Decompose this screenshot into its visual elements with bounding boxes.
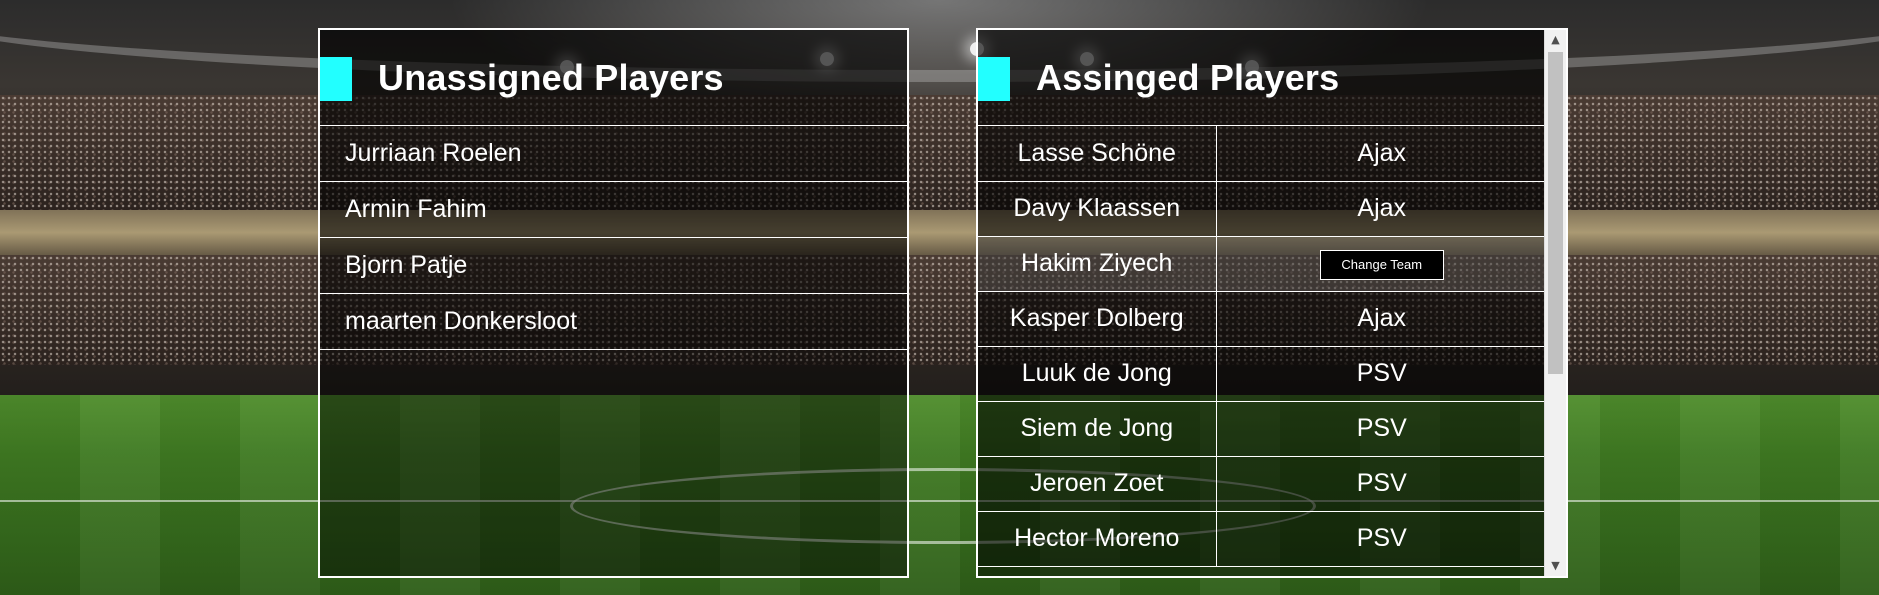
player-name-cell: Hector Moreno xyxy=(978,511,1217,567)
assigned-title: Assinged Players xyxy=(1036,56,1340,98)
assigned-table-container: Lasse Schöne Ajax Davy Klaassen Ajax Hak… xyxy=(978,126,1547,576)
table-row[interactable]: Jeroen Zoet PSV xyxy=(978,456,1547,512)
table-row[interactable]: Luuk de Jong PSV xyxy=(978,346,1547,402)
player-name-cell: Lasse Schöne xyxy=(978,126,1217,182)
player-name-cell: Davy Klaassen xyxy=(978,181,1217,237)
table-row[interactable]: Siem de Jong PSV xyxy=(978,401,1547,457)
stand-tier xyxy=(0,210,1879,255)
team-cell: PSV xyxy=(1216,346,1547,402)
crowd-upper xyxy=(0,95,1879,210)
change-team-button[interactable]: Change Team xyxy=(1319,250,1444,280)
team-cell: Ajax xyxy=(1216,126,1547,182)
unassigned-player-item[interactable]: Armin Fahim xyxy=(320,182,907,238)
assigned-header: Assinged Players xyxy=(978,30,1547,126)
scroll-up-icon[interactable]: ▲ xyxy=(1545,30,1566,50)
crowd-lower xyxy=(0,255,1879,365)
unassigned-title: Unassigned Players xyxy=(378,56,724,98)
player-name-cell: Luuk de Jong xyxy=(978,346,1217,402)
assigned-players-table: Lasse Schöne Ajax Davy Klaassen Ajax Hak… xyxy=(978,126,1547,567)
table-row[interactable]: Lasse Schöne Ajax xyxy=(978,126,1547,182)
team-cell: Ajax xyxy=(1216,181,1547,237)
table-row[interactable]: Hector Moreno PSV xyxy=(978,511,1547,567)
player-name-cell: Siem de Jong xyxy=(978,401,1217,457)
team-cell: PSV xyxy=(1216,511,1547,567)
scroll-thumb[interactable] xyxy=(1548,52,1563,374)
stadium-background xyxy=(0,0,1879,595)
player-name-cell: Hakim Ziyech xyxy=(978,236,1217,292)
scroll-down-icon[interactable]: ▼ xyxy=(1545,556,1566,576)
table-row[interactable]: Davy Klaassen Ajax xyxy=(978,181,1547,237)
player-name-cell: Kasper Dolberg xyxy=(978,291,1217,347)
table-row[interactable]: Kasper Dolberg Ajax xyxy=(978,291,1547,347)
team-cell: PSV xyxy=(1216,401,1547,457)
unassigned-player-list: Jurriaan Roelen Armin Fahim Bjorn Patje … xyxy=(320,126,907,350)
unassigned-players-panel: Unassigned Players Jurriaan Roelen Armin… xyxy=(318,28,909,578)
unassigned-player-item[interactable]: maarten Donkersloot xyxy=(320,294,907,350)
table-row[interactable]: Hakim Ziyech Change Team xyxy=(978,236,1547,292)
team-cell: PSV xyxy=(1216,456,1547,512)
assigned-players-panel: Assinged Players Lasse Schöne Ajax Davy … xyxy=(976,28,1568,578)
accent-marker xyxy=(320,56,352,101)
vertical-scrollbar[interactable]: ▲ ▼ xyxy=(1544,30,1566,576)
unassigned-player-item[interactable]: Bjorn Patje xyxy=(320,238,907,294)
team-cell: Ajax xyxy=(1216,291,1547,347)
unassigned-player-item[interactable]: Jurriaan Roelen xyxy=(320,126,907,182)
unassigned-header: Unassigned Players xyxy=(320,30,907,126)
team-cell: Change Team xyxy=(1216,236,1547,292)
accent-marker xyxy=(978,56,1010,101)
player-name-cell: Jeroen Zoet xyxy=(978,456,1217,512)
